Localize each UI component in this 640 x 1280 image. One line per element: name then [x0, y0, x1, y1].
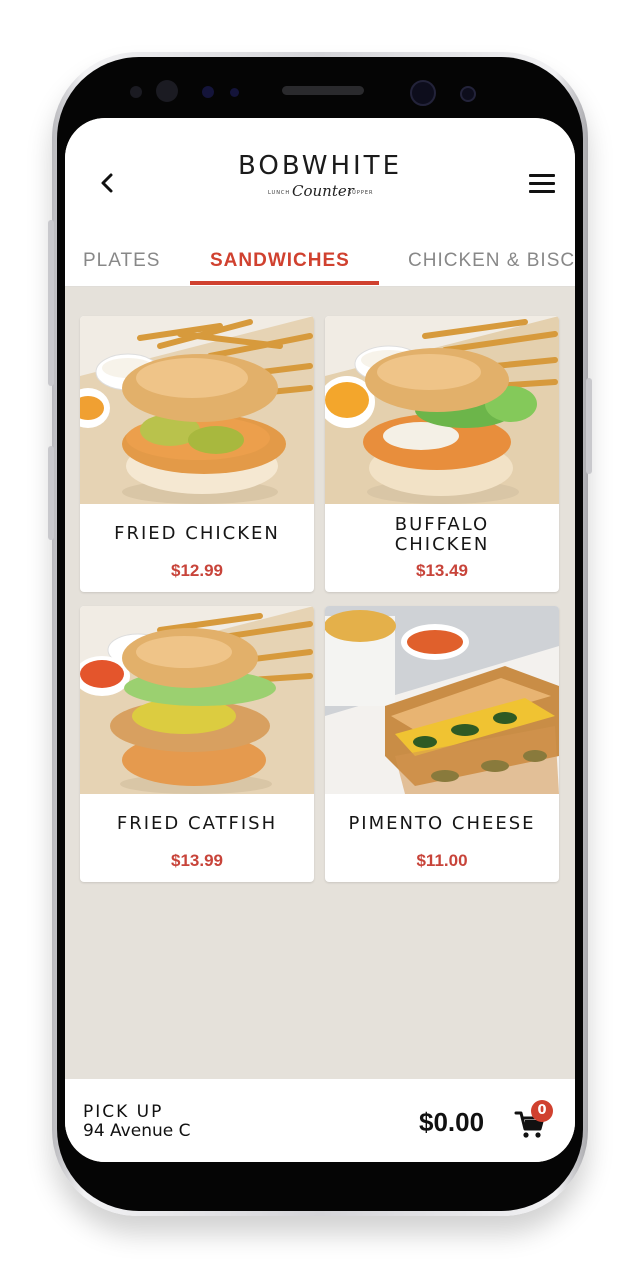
menu-card-pimento-cheese[interactable]: PIMENTO CHEESE $11.00 — [325, 606, 559, 882]
active-tab-indicator — [190, 281, 379, 285]
card-price: $12.99 — [171, 561, 223, 580]
card-price: $11.00 — [416, 851, 468, 870]
card-title: PIMENTO CHEESE — [348, 813, 536, 834]
menu-card-fried-chicken[interactable]: FRIED CHICKEN $12.99 — [80, 316, 314, 592]
brand-script: Counter — [292, 182, 354, 200]
pickup-label[interactable]: PICK UP — [83, 1103, 163, 1121]
volume-up-button-hardware — [48, 220, 54, 386]
back-button[interactable] — [93, 168, 123, 198]
light-sensor-2 — [230, 88, 239, 97]
menu-card-buffalo-chicken[interactable]: BUFFALO CHICKEN $13.49 — [325, 316, 559, 592]
iris-sensor — [156, 80, 178, 102]
pickup-address[interactable]: 94 Avenue C — [83, 1121, 190, 1141]
front-camera — [410, 80, 436, 106]
proximity-sensor — [130, 86, 142, 98]
app-header: BOBWHITE LUNCH Counter SUPPER — [65, 118, 575, 228]
light-sensor — [202, 86, 214, 98]
chevron-left-icon — [101, 173, 113, 193]
order-footer: PICK UP 94 Avenue C $0.00 0 — [65, 1079, 575, 1162]
earpiece-speaker — [282, 86, 364, 95]
cart-count-badge: 0 — [531, 1100, 553, 1122]
order-total: $0.00 — [419, 1107, 485, 1137]
brand-name: BOBWHITE — [238, 151, 402, 181]
power-button-hardware — [586, 378, 592, 474]
hamburger-menu-icon[interactable] — [529, 174, 557, 194]
brand-left-word: LUNCH — [268, 190, 291, 196]
brand-right-word: SUPPER — [348, 190, 374, 196]
tab-plates[interactable]: PLATES — [83, 250, 160, 272]
iris-camera — [460, 86, 476, 102]
brand-subline: LUNCH Counter SUPPER — [220, 182, 420, 204]
app-screen: BOBWHITE LUNCH Counter SUPPER PLATES SAN… — [65, 118, 575, 1162]
brand-logo: BOBWHITE LUNCH Counter SUPPER — [220, 150, 420, 204]
card-title-line1: BUFFALO — [394, 514, 490, 535]
fried-catfish-photo — [80, 606, 314, 794]
card-title: FRIED CHICKEN — [114, 523, 280, 544]
fried-chicken-photo — [80, 316, 314, 504]
card-title: FRIED CATFISH — [116, 813, 278, 834]
pimento-cheese-photo — [325, 606, 559, 794]
volume-down-button-hardware — [48, 446, 54, 540]
card-price: $13.49 — [416, 561, 468, 580]
menu-card-fried-catfish[interactable]: FRIED CATFISH $13.99 — [80, 606, 314, 882]
tab-chicken-biscuits[interactable]: CHICKEN & BISC — [408, 250, 575, 272]
category-tabs: PLATES SANDWICHES CHICKEN & BISC — [65, 228, 575, 287]
card-price: $13.99 — [171, 851, 223, 870]
card-title-line2: CHICKEN — [394, 534, 490, 555]
buffalo-chicken-photo — [325, 316, 559, 504]
tab-sandwiches[interactable]: SANDWICHES — [210, 250, 350, 272]
